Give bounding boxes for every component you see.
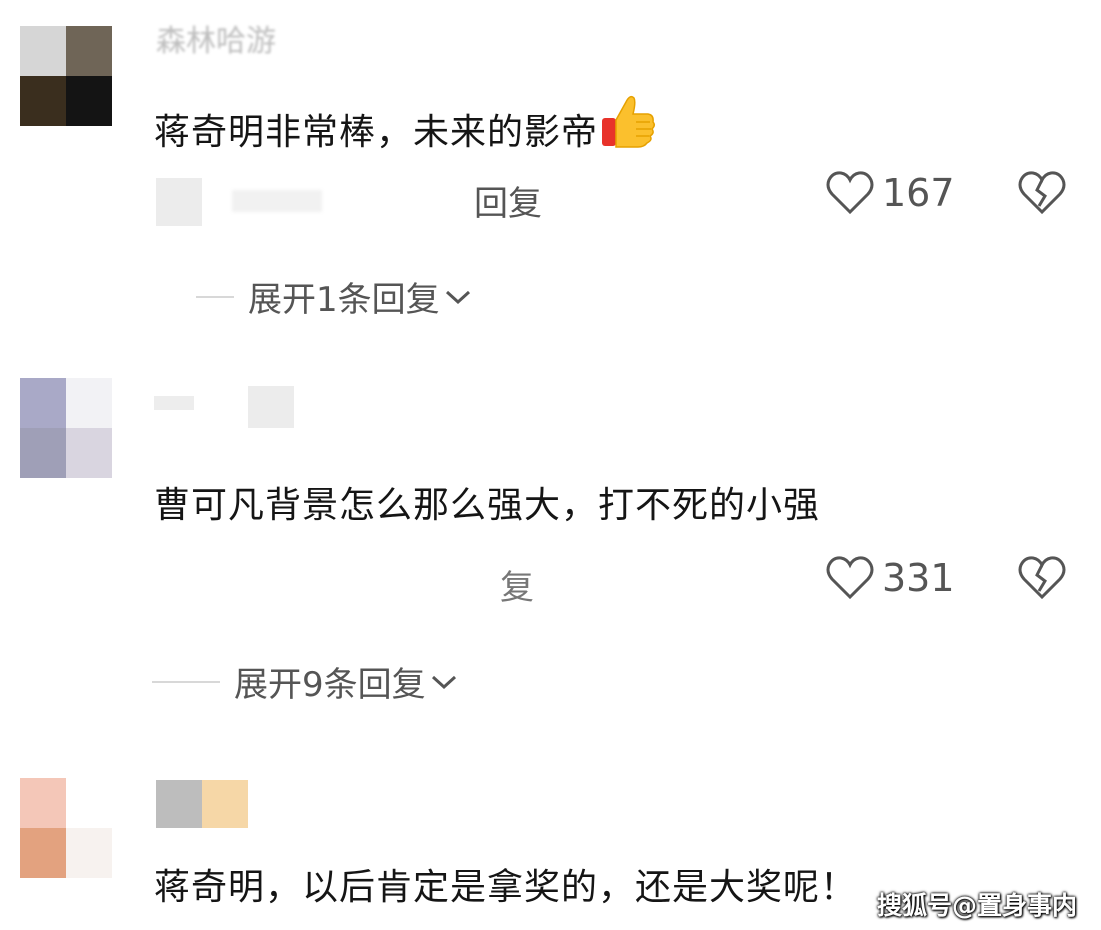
avatar-tile bbox=[20, 378, 66, 428]
heart-outline-icon bbox=[826, 171, 874, 215]
blurred-username bbox=[156, 780, 202, 828]
heart-outline-icon bbox=[826, 556, 874, 600]
blurred-username bbox=[202, 780, 248, 828]
avatar[interactable] bbox=[20, 778, 112, 878]
expand-divider bbox=[152, 680, 220, 683]
avatar-tile bbox=[66, 778, 112, 828]
reply-button[interactable]: 回复 bbox=[474, 176, 542, 225]
like-count: 167 bbox=[882, 171, 955, 215]
avatar-tile bbox=[66, 428, 112, 478]
expand-replies-label: 展开1条回复 bbox=[248, 280, 440, 320]
avatar-tile bbox=[20, 778, 66, 828]
avatar-tile bbox=[66, 828, 112, 878]
reply-button[interactable]: 复 bbox=[500, 560, 534, 609]
blurred-badge bbox=[248, 386, 294, 428]
dislike-button[interactable] bbox=[1018, 170, 1066, 218]
comment-text: 曹可凡背景怎么那么强大，打不死的小强 bbox=[154, 485, 821, 526]
like-count: 331 bbox=[882, 556, 955, 600]
comment-text: 蒋奇明非常棒，未来的影帝 bbox=[154, 92, 656, 159]
avatar-tile bbox=[66, 378, 112, 428]
comment-date bbox=[232, 190, 322, 212]
avatar-tile bbox=[20, 26, 66, 76]
broken-heart-icon bbox=[1018, 556, 1066, 600]
username[interactable]: 森林哈游 bbox=[156, 16, 276, 60]
avatar-tile bbox=[20, 76, 66, 126]
dislike-button[interactable] bbox=[1018, 555, 1066, 603]
avatar-tile bbox=[66, 26, 112, 76]
comment-body: 蒋奇明非常棒，未来的影帝 bbox=[154, 112, 599, 153]
avatar[interactable] bbox=[20, 378, 112, 478]
chevron-down-icon bbox=[445, 290, 470, 304]
avatar[interactable] bbox=[20, 26, 112, 126]
broken-heart-icon bbox=[1018, 171, 1066, 215]
watermark: 搜狐号@置身事内 bbox=[876, 891, 1077, 920]
like-button[interactable]: 331 bbox=[826, 555, 955, 601]
avatar-tile bbox=[20, 428, 66, 478]
blurred-avatar-mini bbox=[156, 178, 202, 226]
comment-text: 蒋奇明，以后肯定是拿奖的，还是大奖呢！ bbox=[154, 867, 858, 908]
blurred-username bbox=[154, 396, 194, 410]
like-button[interactable]: 167 bbox=[826, 170, 955, 216]
expand-replies[interactable]: 展开1条回复 bbox=[196, 272, 472, 321]
thumbs-up-emoji-icon bbox=[600, 92, 656, 159]
expand-replies[interactable]: 展开9条回复 bbox=[152, 657, 458, 706]
expand-replies-label: 展开9条回复 bbox=[234, 665, 426, 705]
comment-list: 森林哈游 蒋奇明非常棒，未来的影帝 回复 167 展开1条回复 曹可凡背景怎么那… bbox=[0, 0, 1101, 930]
chevron-down-icon bbox=[431, 675, 456, 689]
avatar-tile bbox=[20, 828, 66, 878]
expand-divider bbox=[196, 295, 234, 298]
avatar-tile bbox=[66, 76, 112, 126]
